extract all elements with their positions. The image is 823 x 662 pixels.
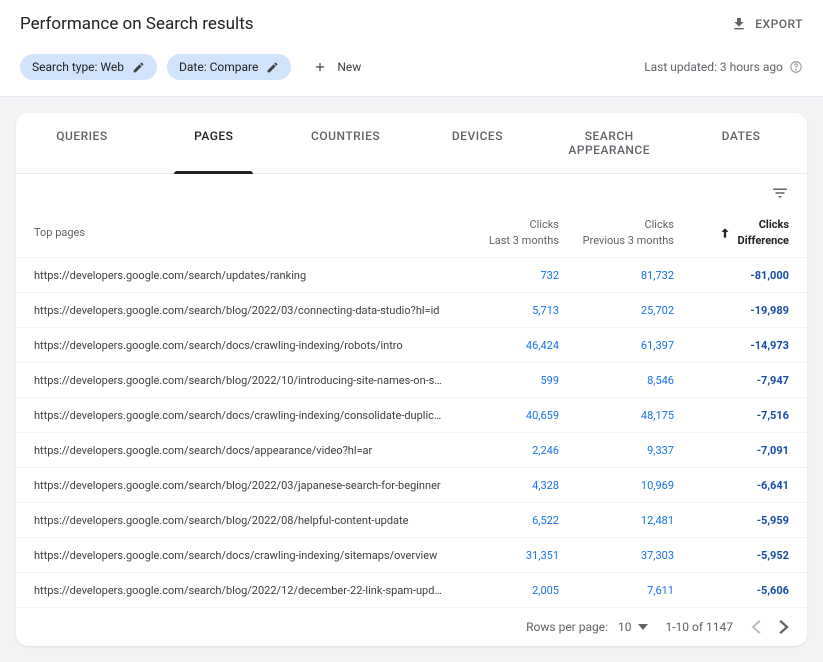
last-updated-text: Last updated: 3 hours ago: [644, 60, 783, 74]
table-row[interactable]: https://developers.google.com/search/blo…: [16, 293, 807, 328]
cell-clicks-prev: 8,546: [559, 374, 674, 387]
pencil-icon: [132, 61, 145, 74]
cell-clicks-prev: 81,732: [559, 269, 674, 282]
pencil-icon: [266, 61, 279, 74]
pagination-range: 1-10 of 1147: [666, 620, 734, 634]
cell-clicks-prev: 9,337: [559, 444, 674, 457]
cell-url: https://developers.google.com/search/blo…: [34, 584, 444, 597]
pages-table: Top pages Clicks Last 3 months Clicks Pr…: [16, 208, 807, 608]
filter-chip-date[interactable]: Date: Compare: [167, 54, 291, 80]
cell-clicks-diff: -6,641: [674, 479, 789, 492]
tab-countries[interactable]: COUNTRIES: [280, 113, 412, 173]
chip-label: Date: Compare: [179, 60, 258, 74]
cell-clicks-diff: -19,989: [674, 304, 789, 317]
cell-clicks-last: 2,005: [444, 584, 559, 597]
cell-clicks-last: 6,522: [444, 514, 559, 527]
cell-url: https://developers.google.com/search/blo…: [34, 479, 444, 492]
last-updated: Last updated: 3 hours ago: [644, 60, 803, 74]
tab-devices[interactable]: DEVICES: [411, 113, 543, 173]
filter-list-icon[interactable]: [771, 184, 789, 202]
cell-url: https://developers.google.com/search/doc…: [34, 409, 444, 422]
cell-clicks-prev: 7,611: [559, 584, 674, 597]
cell-clicks-prev: 48,175: [559, 409, 674, 422]
table-row[interactable]: https://developers.google.com/search/blo…: [16, 363, 807, 398]
tab-pages[interactable]: PAGES: [148, 113, 280, 173]
download-icon: [731, 16, 747, 32]
cell-clicks-prev: 10,969: [559, 479, 674, 492]
cell-clicks-diff: -7,516: [674, 409, 789, 422]
cell-clicks-last: 599: [444, 374, 559, 387]
filter-chip-search-type[interactable]: Search type: Web: [20, 54, 157, 80]
prev-page-button[interactable]: [751, 620, 761, 634]
cell-clicks-last: 46,424: [444, 339, 559, 352]
cell-url: https://developers.google.com/search/blo…: [34, 304, 444, 317]
cell-clicks-last: 732: [444, 269, 559, 282]
new-filter-button[interactable]: New: [301, 54, 373, 80]
sort-arrow-up-icon: [718, 226, 732, 240]
export-label: EXPORT: [755, 17, 803, 31]
cell-clicks-diff: -5,952: [674, 549, 789, 562]
help-icon[interactable]: [789, 60, 803, 74]
cell-clicks-last: 5,713: [444, 304, 559, 317]
cell-url: https://developers.google.com/search/doc…: [34, 339, 444, 352]
rows-per-page-label: Rows per page:: [526, 620, 608, 634]
tabs: QUERIESPAGESCOUNTRIESDEVICESSEARCH APPEA…: [16, 113, 807, 174]
column-header-clicks-last[interactable]: Clicks Last 3 months: [444, 217, 559, 248]
plus-icon: [313, 60, 327, 74]
column-header-clicks-prev[interactable]: Clicks Previous 3 months: [559, 217, 674, 248]
chip-label: Search type: Web: [32, 60, 124, 74]
cell-clicks-last: 4,328: [444, 479, 559, 492]
cell-clicks-diff: -7,947: [674, 374, 789, 387]
new-label: New: [337, 60, 361, 74]
table-header-row: Top pages Clicks Last 3 months Clicks Pr…: [16, 208, 807, 258]
table-row[interactable]: https://developers.google.com/search/doc…: [16, 328, 807, 363]
cell-clicks-prev: 25,702: [559, 304, 674, 317]
table-row[interactable]: https://developers.google.com/search/doc…: [16, 398, 807, 433]
cell-clicks-last: 31,351: [444, 549, 559, 562]
cell-url: https://developers.google.com/search/blo…: [34, 374, 444, 387]
table-row[interactable]: https://developers.google.com/search/blo…: [16, 573, 807, 608]
next-page-button[interactable]: [779, 620, 789, 634]
cell-clicks-prev: 12,481: [559, 514, 674, 527]
cell-clicks-diff: -81,000: [674, 269, 789, 282]
cell-clicks-diff: -5,959: [674, 514, 789, 527]
cell-url: https://developers.google.com/search/upd…: [34, 269, 444, 282]
tab-search-appearance[interactable]: SEARCH APPEARANCE: [543, 113, 675, 173]
cell-clicks-prev: 61,397: [559, 339, 674, 352]
cell-url: https://developers.google.com/search/doc…: [34, 444, 444, 457]
table-row[interactable]: https://developers.google.com/search/upd…: [16, 258, 807, 293]
export-button[interactable]: EXPORT: [731, 16, 803, 32]
page-title: Performance on Search results: [20, 14, 254, 34]
table-row[interactable]: https://developers.google.com/search/doc…: [16, 538, 807, 573]
cell-clicks-last: 40,659: [444, 409, 559, 422]
dropdown-icon: [638, 624, 648, 630]
tab-queries[interactable]: QUERIES: [16, 113, 148, 173]
pagination: Rows per page: 10 1-10 of 1147: [16, 608, 807, 646]
cell-clicks-last: 2,246: [444, 444, 559, 457]
cell-clicks-prev: 37,303: [559, 549, 674, 562]
rows-per-page-select[interactable]: 10: [618, 620, 648, 634]
column-header-top-pages: Top pages: [34, 226, 444, 239]
tab-dates[interactable]: DATES: [675, 113, 807, 173]
cell-clicks-diff: -5,606: [674, 584, 789, 597]
cell-clicks-diff: -14,973: [674, 339, 789, 352]
column-header-clicks-diff[interactable]: Clicks Difference: [674, 217, 789, 248]
table-row[interactable]: https://developers.google.com/search/blo…: [16, 503, 807, 538]
table-row[interactable]: https://developers.google.com/search/blo…: [16, 468, 807, 503]
table-row[interactable]: https://developers.google.com/search/doc…: [16, 433, 807, 468]
cell-url: https://developers.google.com/search/blo…: [34, 514, 444, 527]
cell-url: https://developers.google.com/search/doc…: [34, 549, 444, 562]
cell-clicks-diff: -7,091: [674, 444, 789, 457]
